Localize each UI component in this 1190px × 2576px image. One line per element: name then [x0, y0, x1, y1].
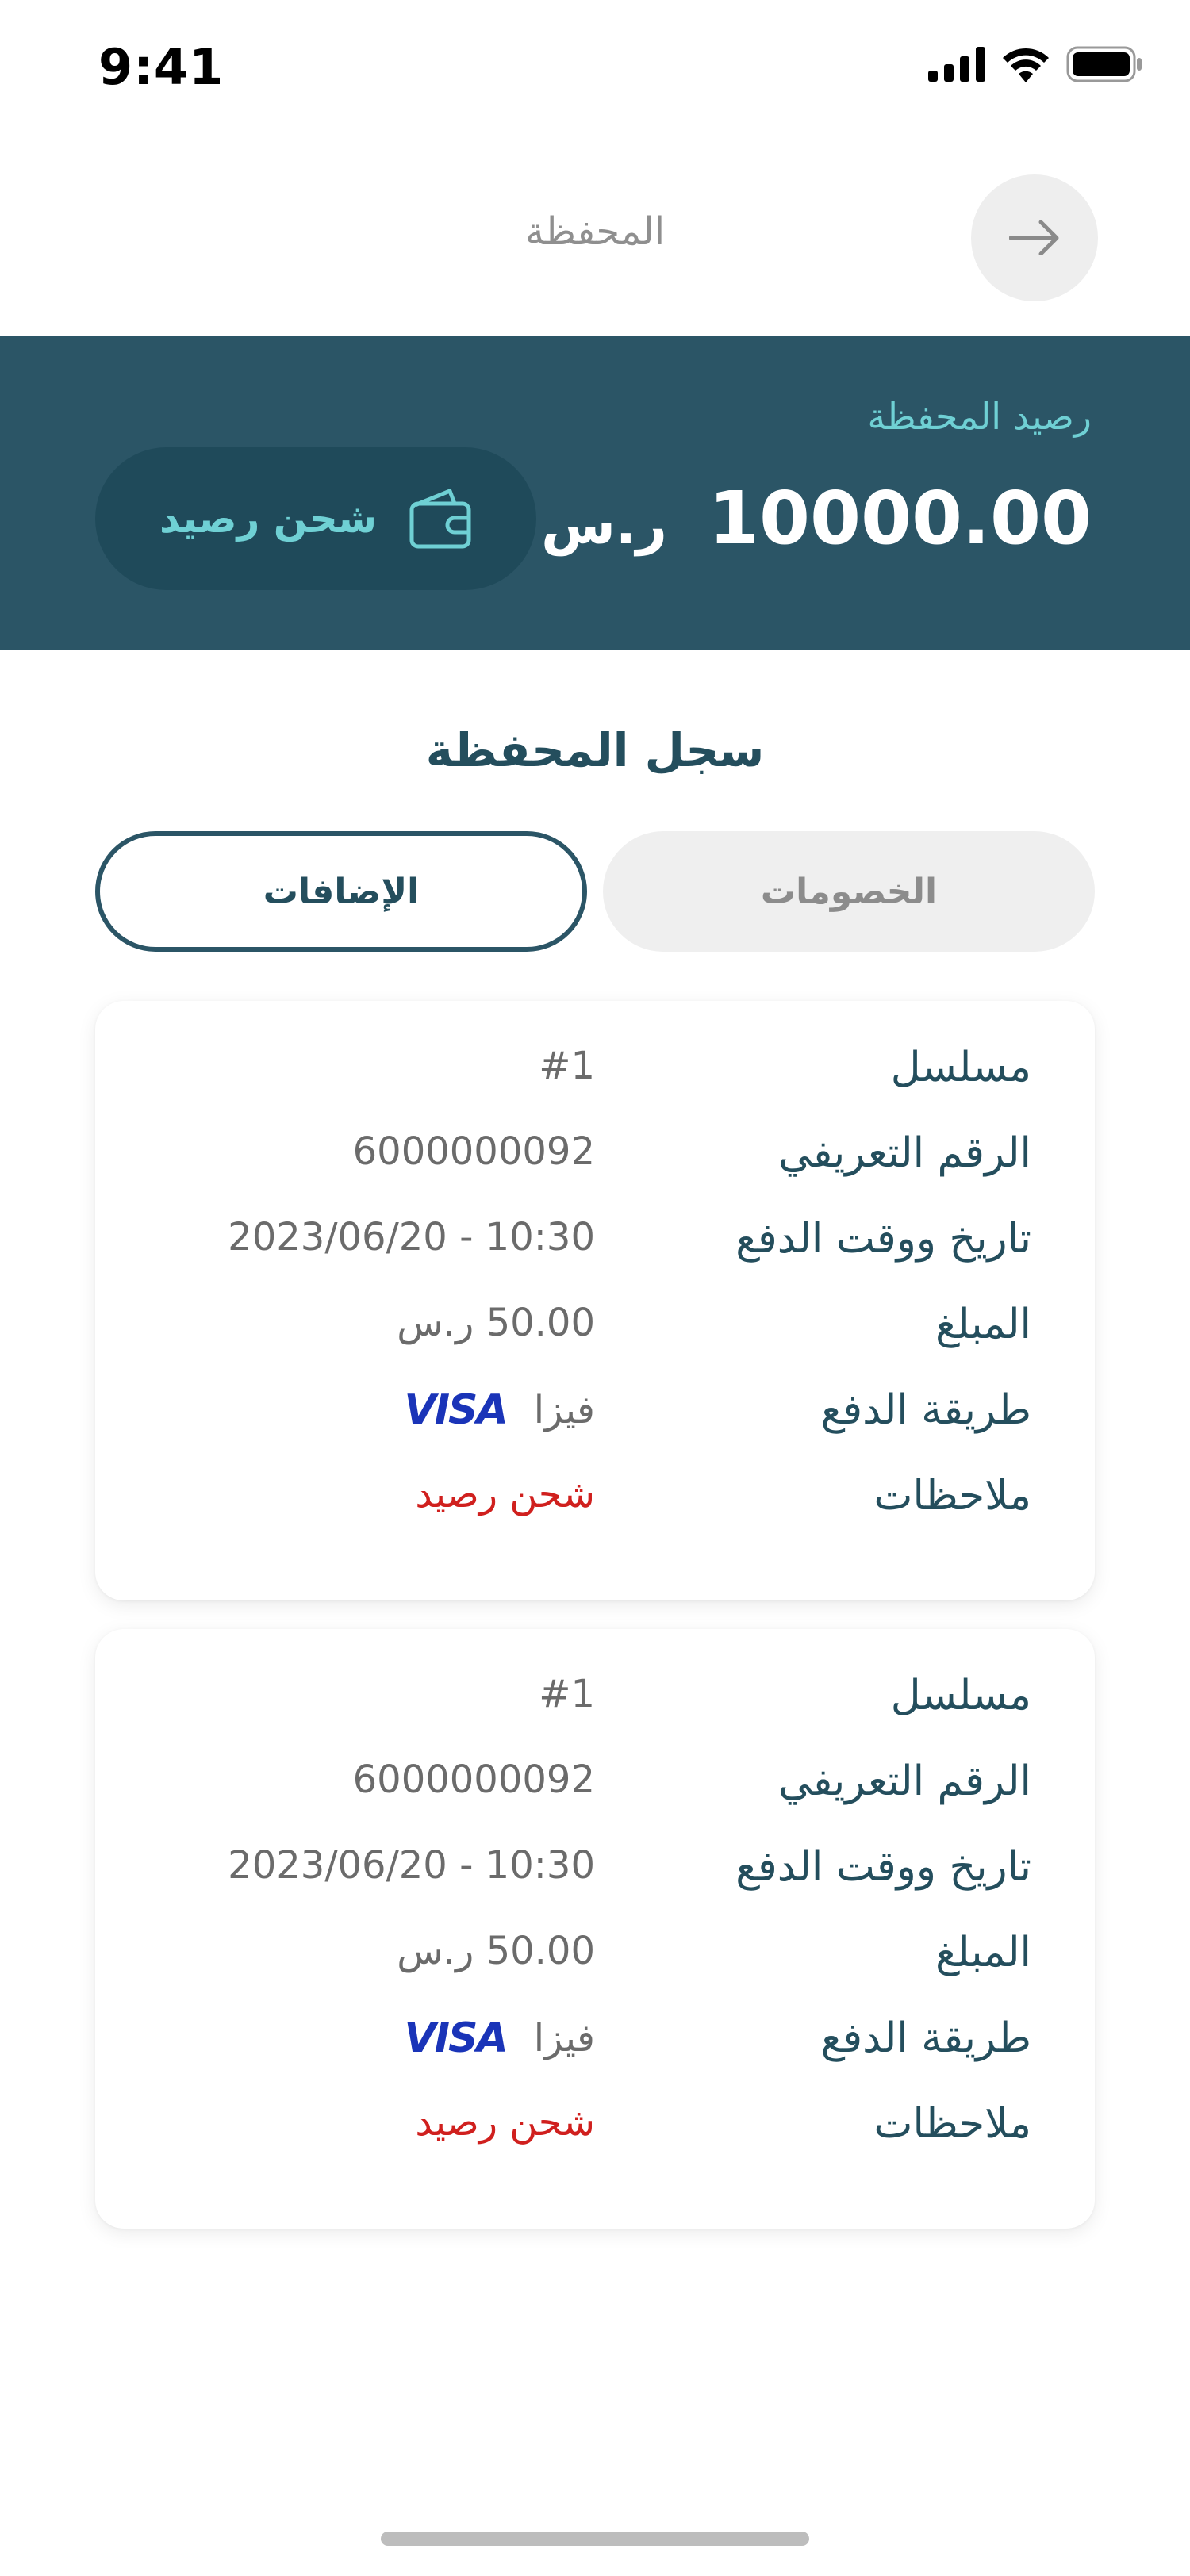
nav-bar: المحفظة	[0, 159, 1190, 317]
status-time: 9:41	[98, 38, 225, 96]
notes-label: ملاحظات	[873, 2100, 1031, 2148]
method-value: فيزا VISA	[404, 2014, 595, 2062]
id-value: 6000000092	[352, 1758, 595, 1802]
datetime-value: 2023/06/20 - 10:30	[228, 1843, 595, 1888]
serial-label: مسلسل	[890, 1044, 1031, 1091]
amount-label: المبلغ	[935, 1301, 1031, 1348]
wifi-icon	[1003, 48, 1049, 82]
method-row: طريقة الدفع فيزا VISA	[95, 2008, 1095, 2072]
method-name: فيزا	[533, 1388, 595, 1432]
datetime-row: تاريخ ووقت الدفع 2023/06/20 - 10:30	[95, 1209, 1095, 1272]
datetime-row: تاريخ ووقت الدفع 2023/06/20 - 10:30	[95, 1837, 1095, 1900]
status-bar: 9:41	[0, 0, 1190, 135]
serial-value: #1	[539, 1672, 595, 1716]
battery-icon	[1066, 46, 1142, 82]
method-label: طريقة الدفع	[820, 2014, 1031, 2062]
visa-logo-icon: VISA	[404, 1386, 508, 1434]
balance-amount: 10000.00 ر.س	[541, 476, 1092, 561]
balance-label: رصيد المحفظة	[867, 395, 1092, 438]
arrow-right-icon	[1009, 220, 1059, 255]
cellular-signal-icon	[928, 47, 985, 82]
notes-row: ملاحظات شحن رصيد	[95, 1466, 1095, 1529]
back-button[interactable]	[971, 174, 1098, 301]
status-icons	[928, 46, 1142, 82]
amount-label: المبلغ	[935, 1929, 1031, 1976]
visa-logo-icon: VISA	[404, 2014, 508, 2062]
method-label: طريقة الدفع	[820, 1386, 1031, 1434]
wallet-icon	[409, 489, 471, 549]
id-label: الرقم التعريفي	[778, 1129, 1031, 1177]
payment-method: فيزا VISA	[404, 1386, 595, 1434]
payment-method: فيزا VISA	[404, 2014, 595, 2062]
topup-button[interactable]: شحن رصيد	[95, 447, 536, 590]
transaction-card: مسلسل #1 الرقم التعريفي 6000000092 تاريخ…	[95, 1629, 1095, 2229]
balance-currency: ر.س	[541, 494, 667, 557]
serial-label: مسلسل	[890, 1672, 1031, 1719]
home-indicator[interactable]	[381, 2532, 809, 2546]
serial-value: #1	[539, 1044, 595, 1088]
amount-row: المبلغ 50.00 ر.س	[95, 1922, 1095, 1986]
id-row: الرقم التعريفي 6000000092	[95, 1123, 1095, 1186]
amount-value: 50.00 ر.س	[397, 1929, 595, 1973]
id-value: 6000000092	[352, 1129, 595, 1174]
notes-label: ملاحظات	[873, 1472, 1031, 1520]
method-value: فيزا VISA	[404, 1386, 595, 1434]
topup-label: شحن رصيد	[159, 496, 377, 542]
amount-row: المبلغ 50.00 ر.س	[95, 1294, 1095, 1358]
notes-value: شحن رصيد	[415, 1472, 595, 1516]
serial-row: مسلسل #1	[95, 1037, 1095, 1101]
datetime-label: تاريخ ووقت الدفع	[735, 1215, 1031, 1263]
id-label: الرقم التعريفي	[778, 1758, 1031, 1805]
balance-banner: رصيد المحفظة 10000.00 ر.س شحن رصيد	[0, 336, 1190, 650]
datetime-value: 2023/06/20 - 10:30	[228, 1215, 595, 1259]
balance-value: 10000.00	[708, 476, 1092, 561]
history-title: سجل المحفظة	[425, 723, 765, 777]
notes-row: ملاحظات شحن رصيد	[95, 2094, 1095, 2157]
method-row: طريقة الدفع فيزا VISA	[95, 1380, 1095, 1443]
serial-row: مسلسل #1	[95, 1666, 1095, 1729]
amount-value: 50.00 ر.س	[397, 1301, 595, 1345]
tab-additions[interactable]: الإضافات	[95, 831, 587, 952]
notes-value: شحن رصيد	[415, 2100, 595, 2145]
transaction-card: مسلسل #1 الرقم التعريفي 6000000092 تاريخ…	[95, 1001, 1095, 1600]
datetime-label: تاريخ ووقت الدفع	[735, 1843, 1031, 1891]
method-name: فيزا	[533, 2016, 595, 2060]
tab-deductions[interactable]: الخصومات	[603, 831, 1095, 952]
id-row: الرقم التعريفي 6000000092	[95, 1751, 1095, 1815]
